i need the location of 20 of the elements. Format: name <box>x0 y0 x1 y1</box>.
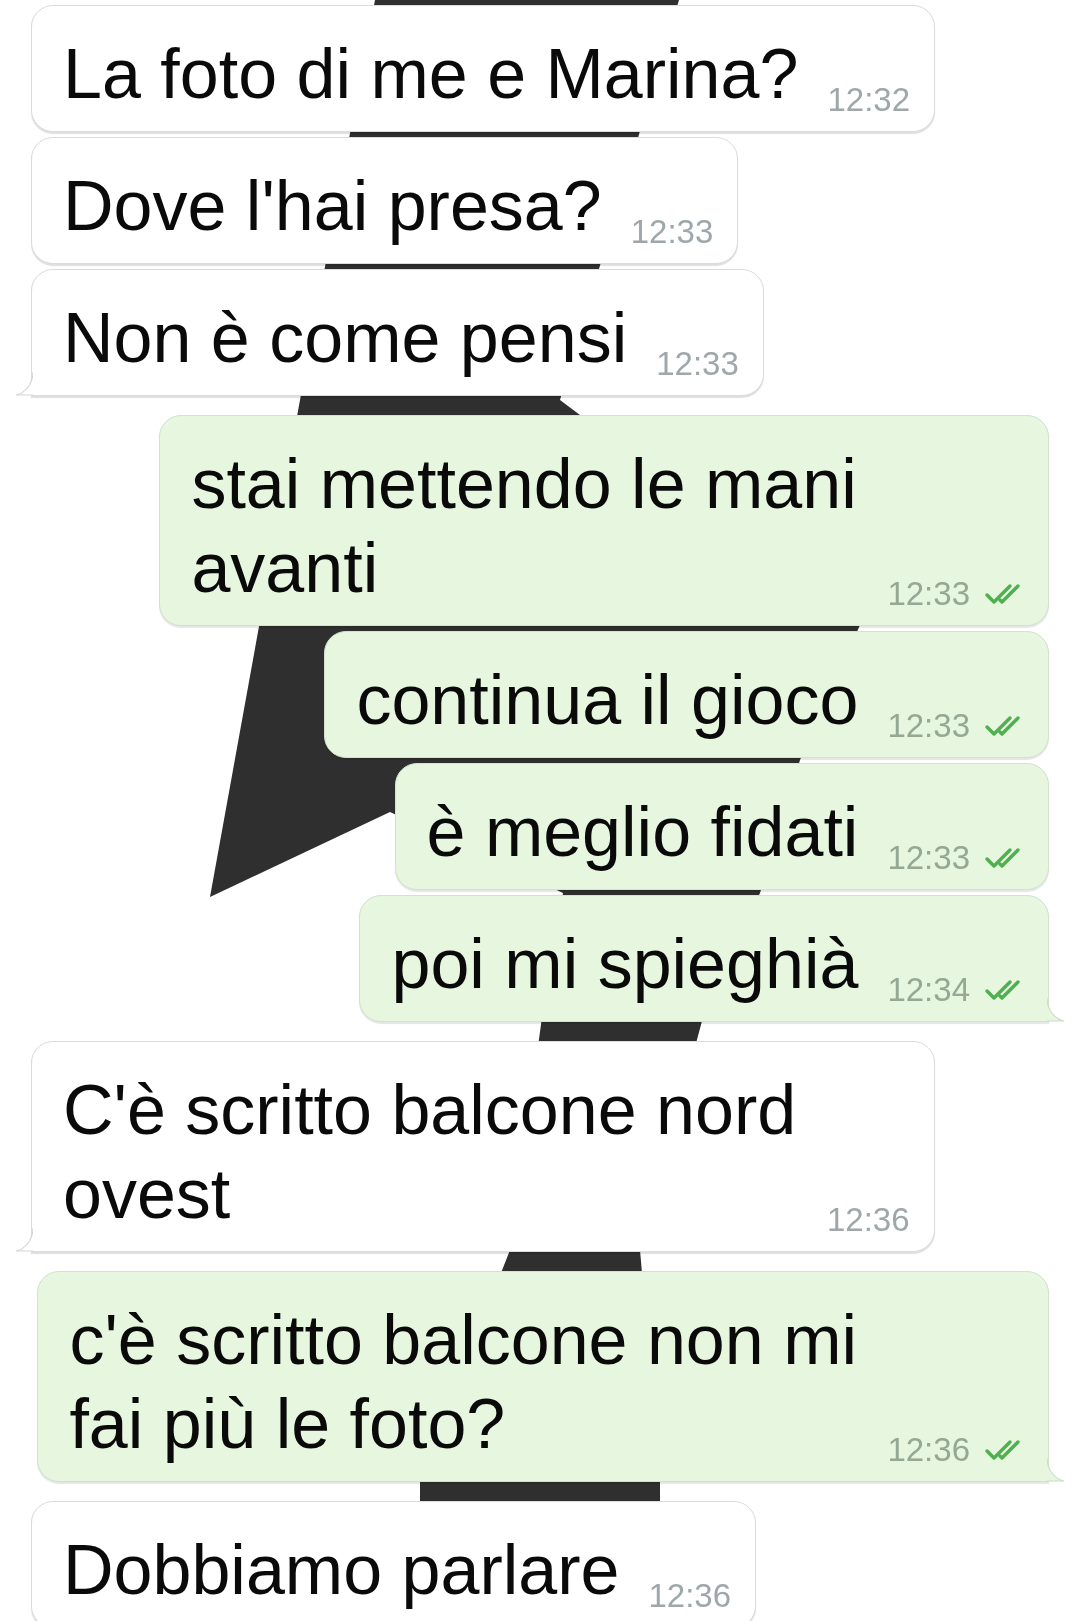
message-text: stai mettendo le mani avanti <box>191 444 858 609</box>
message-text: c'è scritto balcone non mi fai più le foto? <box>69 1300 859 1465</box>
message-text: Dove l'hai presa? <box>63 166 602 247</box>
message-time: 12:36 <box>827 1202 910 1238</box>
message-time: 12:33 <box>887 576 970 612</box>
message-time: 12:33 <box>656 346 739 382</box>
message-time: 12:32 <box>827 82 910 118</box>
message-time: 12:36 <box>648 1578 731 1614</box>
message-text: La foto di me e Marina? <box>63 34 799 115</box>
message-time: 12:33 <box>887 708 970 744</box>
message-text: continua il gioco <box>356 660 859 741</box>
message-time: 12:33 <box>630 214 714 250</box>
message-text: è meglio fidati <box>426 792 859 873</box>
message-text: C'è scritto balcone nord ovest <box>63 1070 798 1235</box>
message-text: Dobbiamo parlare <box>63 1530 620 1611</box>
message-time: 12:34 <box>887 972 970 1008</box>
message-text: Non è come pensi <box>63 298 628 379</box>
message-time: 12:36 <box>887 1432 970 1468</box>
message-text: poi mi spieghià <box>391 924 859 1005</box>
message-time: 12:33 <box>887 840 970 876</box>
